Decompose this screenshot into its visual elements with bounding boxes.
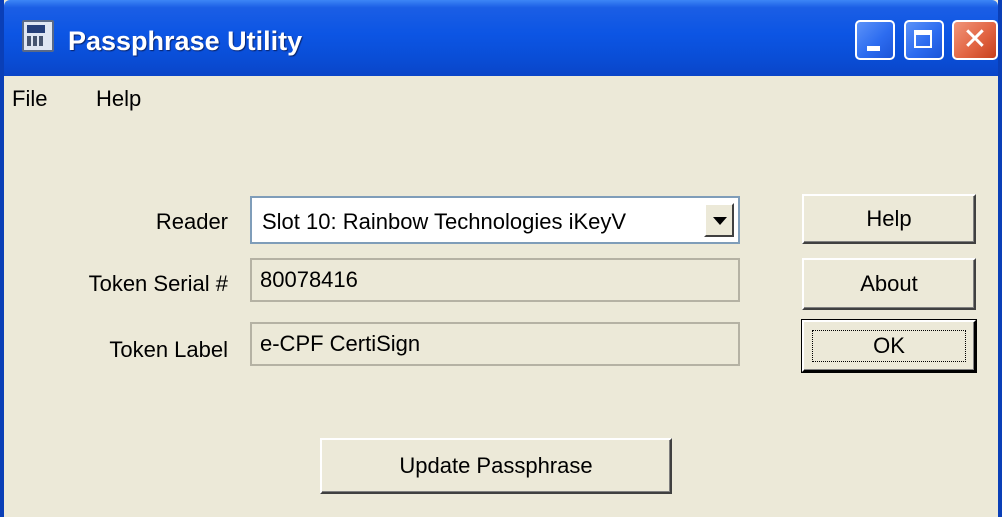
close-icon: ✕ [962,23,988,56]
window-title: Passphrase Utility [68,26,303,56]
about-button-label: About [860,271,918,296]
update-passphrase-button-label: Update Passphrase [399,453,593,478]
token-label-value: e-CPF CertiSign [260,331,421,356]
minimize-icon [867,46,880,51]
menu-help[interactable]: Help [96,86,141,112]
token-label-field: e-CPF CertiSign [250,322,740,366]
reader-select[interactable]: Slot 10: Rainbow Technologies iKeyV [250,196,740,244]
smartcard-reader-icon [22,20,54,52]
menu-bar: File Help [4,76,998,120]
help-button-label: Help [866,206,912,231]
focus-rectangle [812,330,966,362]
token-serial-value: 80078416 [260,267,358,292]
passphrase-utility-window: Passphrase Utility ✕ File Help Reader Sl… [0,0,1002,517]
token-serial-label: Token Serial # [88,271,228,296]
chevron-down-icon[interactable] [704,203,734,237]
minimize-button[interactable] [855,20,895,60]
ok-button[interactable]: OK [801,319,977,373]
about-button[interactable]: About [802,258,976,310]
reader-select-value: Slot 10: Rainbow Technologies iKeyV [262,209,627,234]
reader-label: Reader [155,209,228,234]
help-button[interactable]: Help [802,194,976,244]
token-label-label: Token Label [109,337,228,362]
maximize-icon [914,30,932,48]
maximize-button[interactable] [904,20,944,60]
menu-file[interactable]: File [12,86,47,112]
update-passphrase-button[interactable]: Update Passphrase [320,438,672,494]
title-bar[interactable]: Passphrase Utility ✕ [4,0,998,76]
close-button[interactable]: ✕ [952,20,998,60]
token-serial-field: 80078416 [250,258,740,302]
